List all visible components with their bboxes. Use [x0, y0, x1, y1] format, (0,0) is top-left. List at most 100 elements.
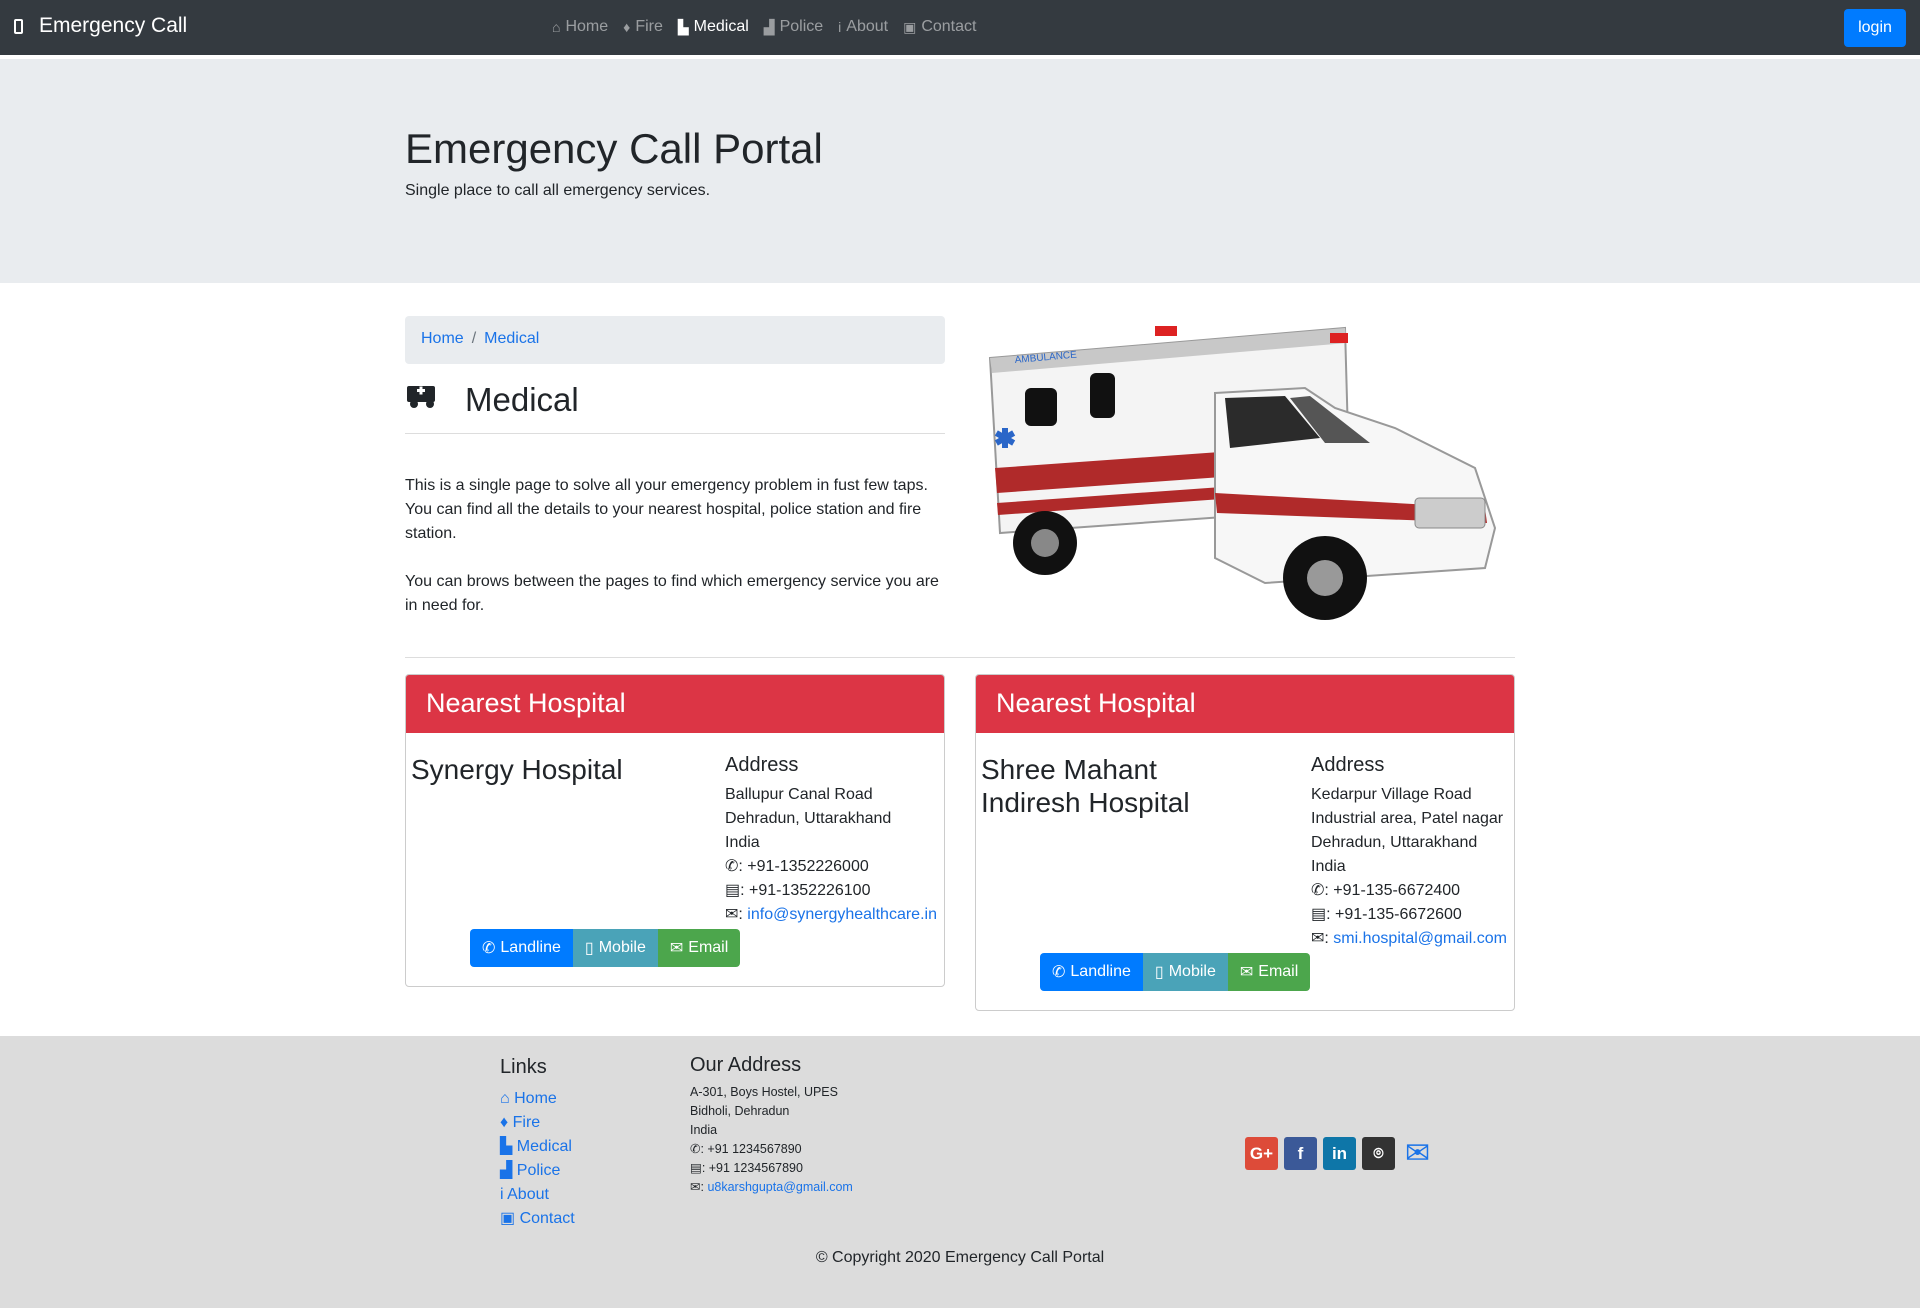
breadcrumb-home[interactable]: Home	[421, 330, 464, 347]
landline-label: Landline	[500, 939, 561, 956]
card-header: Nearest Hospital	[406, 675, 944, 733]
landline-label: Landline	[1070, 963, 1131, 980]
address-line: Bidholi, Dehradun	[690, 1104, 790, 1118]
address-heading: Address	[1311, 754, 1385, 776]
email-button[interactable]: ✉ Email	[657, 929, 741, 967]
email-label: Email	[1258, 963, 1299, 980]
fire-icon: ♦	[623, 19, 631, 35]
section-header: Medical	[405, 380, 945, 434]
fax-icon: ▤	[1311, 906, 1327, 923]
address-line: Dehradun, Uttarakhand	[1311, 834, 1478, 851]
nav-home[interactable]: ⌂ Home	[552, 18, 608, 36]
address-line: Industrial area, Patel nagar	[1311, 810, 1504, 827]
landline-button[interactable]: ✆ Landline	[470, 929, 573, 967]
mobile-phone-icon	[14, 18, 23, 34]
mobile-label: Mobile	[1168, 963, 1216, 980]
email-row: ✉: u8karshgupta@gmail.com	[690, 1180, 853, 1194]
phone-row: ✆: +91-135-6672400	[1311, 879, 1507, 903]
email-link[interactable]: info@synergyhealthcare.in	[747, 906, 937, 923]
mobile-button[interactable]: ▯ Mobile	[572, 929, 658, 967]
email-row: ✉: smi.hospital@gmail.com	[1311, 930, 1507, 947]
footer-link-label: Medical	[516, 1138, 572, 1155]
nav-about-label: About	[846, 18, 889, 35]
hospital-name: Shree Mahant Indiresh Hospital	[981, 754, 1190, 818]
intro-paragraph: You can brows between the pages to find …	[405, 573, 939, 614]
contact-button-group: ✆ Landline ▯ Mobile ✉ Email	[1040, 953, 1311, 991]
footer-link-police[interactable]: ▟ Police	[500, 1159, 575, 1183]
footer: Links ⌂ Home ♦ Fire ▙ Medical ▟ Police i…	[0, 1036, 1920, 1308]
copyright: © Copyright 2020 Emergency Call Portal	[815, 1249, 1105, 1266]
address-line: Dehradun, Uttarakhand	[725, 810, 892, 827]
google-plus-icon[interactable]: G+	[1245, 1137, 1278, 1170]
nav-contact-label: Contact	[921, 18, 977, 35]
address-heading: Address	[725, 754, 799, 776]
phone-number: : +91-135-6672400	[1324, 882, 1461, 899]
email-button[interactable]: ✉ Email	[1227, 953, 1311, 991]
phone-row: ✆: +91 1234567890	[690, 1140, 853, 1159]
ambulance-icon	[405, 380, 439, 421]
nav-police[interactable]: ▟ Police	[764, 18, 823, 36]
fax-number: : +91-135-6672600	[1326, 906, 1462, 923]
envelope-icon[interactable]: ✉	[1405, 1136, 1430, 1171]
jumbotron: Emergency Call Portal Single place to ca…	[0, 59, 1920, 283]
fax-row: ▤: +91-135-6672600	[1311, 903, 1507, 927]
social-links: G+ f in ⌾ ✉	[1245, 1136, 1430, 1171]
ambulance-image: AMBULANCE	[988, 326, 1497, 620]
footer-link-contact[interactable]: ▣ Contact	[500, 1207, 575, 1231]
footer-link-fire[interactable]: ♦ Fire	[500, 1111, 575, 1135]
phone-row: ✆: +91-1352226000	[725, 855, 937, 879]
github-icon[interactable]: ⌾	[1362, 1137, 1395, 1170]
intro-text: This is a single page to solve all your …	[405, 474, 950, 642]
nav-about[interactable]: i About	[838, 18, 888, 36]
car-icon: ▟	[763, 18, 775, 35]
section-title: Medical	[465, 381, 579, 418]
landline-button[interactable]: ✆ Landline	[1040, 953, 1143, 991]
linkedin-icon[interactable]: in	[1323, 1137, 1356, 1170]
fax-number: : +91 1234567890	[701, 1161, 803, 1175]
mobile-label: Mobile	[598, 939, 646, 956]
hospital-card: Nearest Hospital Synergy Hospital Addres…	[405, 674, 945, 987]
page-title: Emergency Call Portal	[405, 125, 823, 172]
facebook-icon[interactable]: f	[1284, 1137, 1317, 1170]
fax-row: ▤: +91-1352226100	[725, 879, 937, 903]
phone-number: : +91 1234567890	[700, 1142, 802, 1156]
footer-address-heading: Our Address	[690, 1054, 802, 1076]
phone-number: : +91-1352226000	[738, 858, 869, 875]
address-line: India	[690, 1123, 718, 1137]
brand[interactable]: Emergency Call	[14, 14, 187, 38]
envelope-icon: ✉	[669, 940, 684, 957]
email-row: ✉: info@synergyhealthcare.in	[725, 906, 937, 923]
nav-home-label: Home	[565, 18, 609, 35]
breadcrumb-medical[interactable]: Medical	[484, 330, 539, 347]
nav-contact[interactable]: ▣ Contact	[903, 18, 976, 36]
footer-link-about[interactable]: i About	[500, 1183, 575, 1207]
phone-icon: ✆	[1311, 882, 1325, 899]
footer-links: Links ⌂ Home ♦ Fire ▙ Medical ▟ Police i…	[500, 1056, 575, 1231]
hospital-card: Nearest Hospital Shree Mahant Indiresh H…	[975, 674, 1515, 1011]
footer-links-heading: Links	[500, 1056, 547, 1078]
footer-link-home[interactable]: ⌂ Home	[500, 1087, 575, 1111]
email-link[interactable]: u8karshgupta@gmail.com	[707, 1180, 852, 1194]
card-header: Nearest Hospital	[976, 675, 1514, 733]
brand-label: Emergency Call	[39, 14, 188, 37]
mobile-button[interactable]: ▯ Mobile	[1142, 953, 1228, 991]
nav-fire-label: Fire	[635, 18, 663, 35]
nav-fire[interactable]: ♦ Fire	[623, 18, 663, 36]
breadcrumb-separator: /	[471, 330, 477, 347]
footer-link-medical[interactable]: ▙ Medical	[500, 1135, 575, 1159]
email-link[interactable]: smi.hospital@gmail.com	[1333, 930, 1507, 947]
envelope-icon: ✉	[1239, 964, 1254, 981]
fax-icon: ▤	[725, 882, 741, 899]
fire-icon: ♦	[500, 1114, 509, 1131]
email-label: Email	[688, 939, 729, 956]
mobile-icon: ▯	[584, 940, 594, 957]
address-line: Kedarpur Village Road	[1311, 786, 1472, 803]
navbar: Emergency Call ⌂ Home ♦ Fire ▙ Medical ▟ Pol…	[0, 0, 1920, 55]
nav-medical[interactable]: ▙ Medical	[678, 18, 749, 36]
footer-link-label: About	[507, 1186, 549, 1203]
nav-police-label: Police	[779, 18, 824, 35]
contact-button-group: ✆ Landline ▯ Mobile ✉ Email	[470, 929, 741, 967]
address-line: Ballupur Canal Road	[725, 786, 873, 803]
hospital-address: Address Kedarpur Village Road Industrial…	[1311, 753, 1507, 951]
login-button[interactable]: login	[1844, 9, 1906, 47]
